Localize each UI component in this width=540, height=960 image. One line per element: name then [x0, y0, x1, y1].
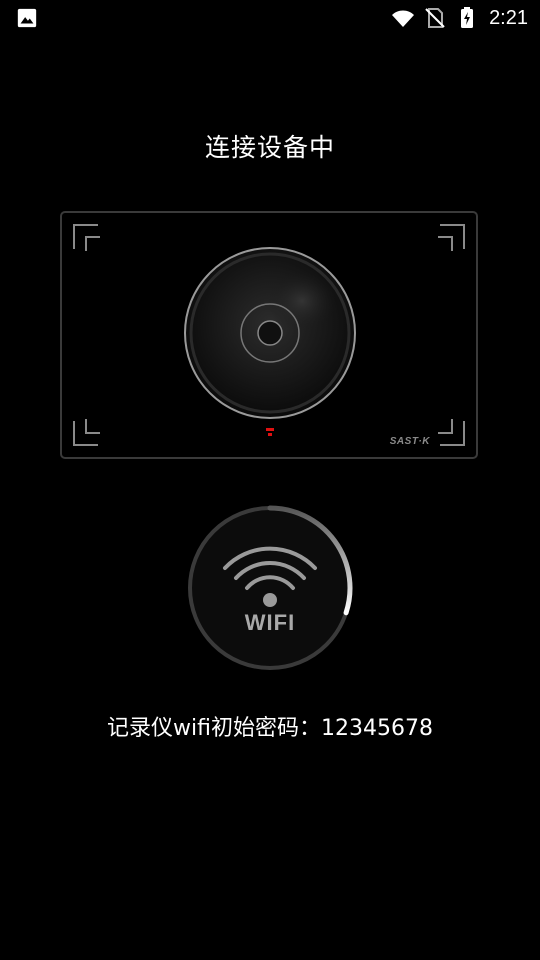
wifi-password-hint: 记录仪wifi初始密码：12345678 — [0, 710, 540, 742]
page-title: 连接设备中 — [204, 133, 335, 162]
wifi-label: WIFI — [244, 610, 296, 635]
camera-preview-panel: SAST·K — [60, 211, 478, 459]
status-bar: 2:21 — [0, 0, 540, 36]
indicator-light-icon — [266, 428, 274, 436]
password-value: 12345678 — [320, 716, 433, 741]
wifi-progress-ring — [188, 505, 353, 670]
no-sim-icon — [425, 8, 445, 28]
battery-charging-icon — [461, 7, 474, 28]
dashcam-lens-icon — [184, 247, 356, 419]
status-time: 2:21 — [489, 6, 528, 29]
password-label: 记录仪wifi初始密码： — [107, 716, 321, 741]
wifi-connect-indicator: WIFI — [180, 498, 360, 678]
camera-frame-graphic — [73, 224, 465, 446]
wifi-icon — [392, 10, 415, 27]
image-icon — [17, 8, 37, 28]
brand-logo: SAST·K — [389, 436, 430, 447]
